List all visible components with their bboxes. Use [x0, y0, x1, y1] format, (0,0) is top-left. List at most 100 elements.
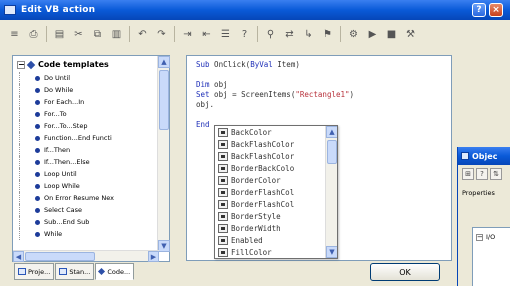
code-token: obj [209, 80, 228, 89]
tree-item[interactable]: For...To...Step [19, 120, 114, 132]
property-icon [218, 187, 228, 197]
tree-item[interactable]: On Error Resume Nex [19, 192, 114, 204]
autocomplete-item[interactable]: BorderColor [215, 174, 337, 186]
align-icon[interactable]: ☰ [219, 28, 232, 41]
pin-icon[interactable]: ⊞ [462, 168, 474, 180]
autocomplete-item[interactable]: BorderFlashCol [215, 186, 337, 198]
tree-item[interactable]: If...Then [19, 144, 114, 156]
properties-tree[interactable]: − I/O [472, 227, 510, 286]
autocomplete-item-label: BorderFlashCol [231, 199, 295, 209]
tree-item[interactable]: For...To [19, 108, 114, 120]
scroll-down-icon[interactable]: ▼ [326, 246, 337, 258]
comment-icon[interactable]: ≡ [8, 28, 21, 41]
close-button[interactable]: × [489, 3, 503, 17]
autocomplete-item[interactable]: Enabled [215, 234, 337, 246]
redo-icon[interactable]: ↷ [155, 28, 168, 41]
preview-icon[interactable]: ▤ [53, 28, 66, 41]
properties-tree-label: I/O [486, 233, 496, 241]
scroll-left-icon[interactable]: ◀ [13, 251, 24, 262]
paste-icon[interactable]: ▥ [110, 28, 123, 41]
template-bullet-icon [35, 183, 40, 189]
tree-item[interactable]: Do While [19, 84, 114, 96]
template-bullet-icon [35, 207, 40, 213]
code-templates-panel: − Code templates Do Until Do While For Eac… [12, 55, 170, 262]
scroll-up-icon[interactable]: ▲ [158, 56, 170, 68]
template-bullet-icon [35, 159, 40, 165]
property-icon [218, 235, 228, 245]
code-token: OnClick( [209, 60, 251, 69]
tree-item-label: For...To [44, 110, 67, 118]
toolbar-separator [46, 26, 47, 42]
tree-item[interactable]: For Each...In [19, 96, 114, 108]
tree-item[interactable]: Do Until [19, 72, 114, 84]
tree-item-label: Select Case [44, 206, 83, 214]
tree-item[interactable]: While [19, 228, 114, 240]
panel-tab-label: Proje... [28, 267, 51, 276]
stop-icon[interactable]: ■ [385, 28, 398, 41]
autocomplete-item[interactable]: BackFlashColor [215, 138, 337, 150]
sort-icon[interactable]: ⇅ [490, 168, 502, 180]
replace-icon[interactable]: ⇄ [283, 28, 296, 41]
code-line: Sub OnClick(ByVal Item) [196, 60, 354, 70]
autocomplete-item[interactable]: BorderStyle [215, 210, 337, 222]
tree-item[interactable]: Loop Until [19, 168, 114, 180]
help-icon[interactable]: ? [238, 28, 251, 41]
collapse-icon[interactable]: − [17, 60, 25, 69]
tree-item-label: If...Then...Else [44, 158, 90, 166]
panel-tab[interactable]: Stan... [55, 263, 95, 280]
autocomplete-item[interactable]: BackColor [215, 126, 337, 138]
autocomplete-item[interactable]: BackFlashColor [215, 150, 337, 162]
tree-item[interactable]: Loop While [19, 180, 114, 192]
tree-horizontal-scrollbar[interactable]: ◀ ▶ [13, 250, 159, 262]
tree-root[interactable]: − Code templates [17, 60, 109, 69]
properties-label: Properties [462, 189, 495, 197]
hscroll-thumb[interactable] [25, 252, 95, 261]
compile-icon[interactable]: ⚙ [347, 28, 360, 41]
tree-item-label: Do Until [44, 74, 71, 82]
scroll-thumb[interactable] [327, 140, 337, 164]
properties-tree-item[interactable]: − I/O [476, 233, 495, 241]
autocomplete-list[interactable]: BackColor BackFlashColor BackFlashColor Bor… [214, 125, 338, 259]
help-button[interactable]: ? [472, 3, 486, 17]
bookmark-icon[interactable]: ⚑ [321, 28, 334, 41]
goto-icon[interactable]: ↳ [302, 28, 315, 41]
scroll-thumb[interactable] [159, 70, 169, 130]
outdent-icon[interactable]: ⇤ [200, 28, 213, 41]
scroll-up-icon[interactable]: ▲ [326, 126, 337, 138]
find-icon[interactable]: ⚲ [264, 28, 277, 41]
print-icon[interactable]: ⎙ [27, 28, 40, 41]
autocomplete-item[interactable]: FillColor [215, 246, 337, 258]
autocomplete-item[interactable]: BorderWidth [215, 222, 337, 234]
autocomplete-item-label: BorderFlashCol [231, 187, 295, 197]
help-icon[interactable]: ? [476, 168, 488, 180]
tree-item[interactable]: Function...End Functi [19, 132, 114, 144]
tree-item[interactable]: If...Then...Else [19, 156, 114, 168]
object-window-title: Objec [472, 151, 498, 161]
collapse-icon[interactable]: − [476, 233, 483, 241]
autocomplete-scrollbar[interactable]: ▲ ▼ [325, 126, 337, 258]
tree-item[interactable]: Select Case [19, 204, 114, 216]
panel-tab[interactable]: Proje... [14, 263, 55, 280]
run-icon[interactable]: ▶ [366, 28, 379, 41]
object-window-title-bar[interactable]: Objec [458, 147, 510, 165]
settings-icon[interactable]: ⚒ [404, 28, 417, 41]
scroll-right-icon[interactable]: ▶ [148, 251, 159, 262]
cut-icon[interactable]: ✂ [72, 28, 85, 41]
tree-item-label: If...Then [44, 146, 71, 154]
undo-icon[interactable]: ↶ [136, 28, 149, 41]
tree-vertical-scrollbar[interactable]: ▲ ▼ [157, 56, 170, 252]
scroll-down-icon[interactable]: ▼ [158, 240, 170, 252]
window-title-bar[interactable]: Edit VB action ? × [0, 0, 510, 20]
ok-button[interactable]: OK [370, 263, 440, 281]
property-icon [218, 151, 228, 161]
code-keyword: Sub [196, 60, 210, 69]
autocomplete-item[interactable]: BorderBackColo [215, 162, 337, 174]
indent-icon[interactable]: ⇥ [181, 28, 194, 41]
autocomplete-item[interactable]: BorderFlashCol [215, 198, 337, 210]
autocomplete-item-label: FillColor [231, 247, 272, 257]
tree-item[interactable]: Sub...End Sub [19, 216, 114, 228]
panel-tab[interactable]: Code... [95, 263, 135, 280]
copy-icon[interactable]: ⧉ [91, 28, 104, 41]
template-bullet-icon [35, 219, 40, 225]
code-text[interactable]: Sub OnClick(ByVal Item) Dim obj Set obj = … [196, 60, 354, 130]
